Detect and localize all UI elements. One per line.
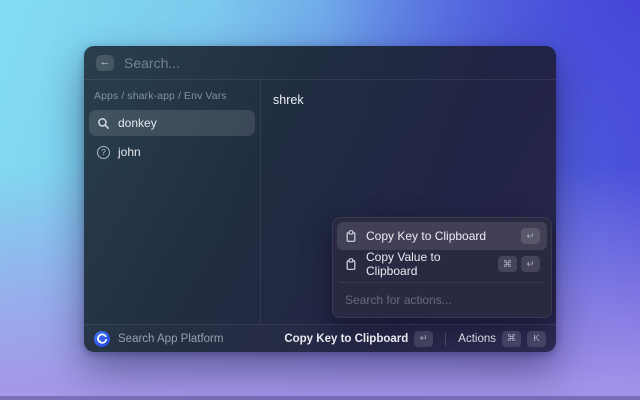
- list-item-donkey[interactable]: donkey: [89, 110, 255, 136]
- actions-popover: Copy Key to Clipboard ↵ Copy Value to Cl…: [332, 217, 552, 318]
- action-label: Copy Key to Clipboard: [366, 229, 487, 243]
- launcher-window: ← Search... Apps / shark-app / Env Vars …: [84, 46, 556, 352]
- action-copy-key[interactable]: Copy Key to Clipboard ↵: [337, 222, 547, 250]
- app-name: Search App Platform: [118, 332, 224, 345]
- return-key-badge: ↵: [521, 256, 540, 272]
- command-key-badge: ⌘: [498, 256, 517, 272]
- command-key-badge: ⌘: [502, 330, 521, 347]
- magnifier-icon: [97, 117, 110, 130]
- k-key-badge: K: [527, 330, 546, 347]
- clipboard-icon: [344, 257, 358, 271]
- search-header: ← Search...: [84, 46, 556, 80]
- swirl-logo-icon: [94, 330, 110, 347]
- status-bar: Search App Platform Copy Key to Clipboar…: [84, 324, 556, 352]
- primary-action-button[interactable]: Copy Key to Clipboard: [284, 333, 408, 345]
- list-item-label: donkey: [118, 116, 157, 130]
- back-button[interactable]: ←: [96, 54, 114, 71]
- arrow-left-icon: ←: [99, 56, 111, 68]
- question-circle-icon: ?: [97, 145, 110, 159]
- list-item-label: john: [118, 145, 141, 159]
- screen-edge-strip: [0, 396, 640, 400]
- action-copy-value[interactable]: Copy Value to Clipboard ⌘ ↵: [337, 250, 547, 278]
- return-key-badge: ↵: [414, 330, 434, 347]
- search-input[interactable]: Search...: [124, 55, 180, 71]
- detail-value: shrek: [273, 93, 304, 107]
- clipboard-icon: [344, 229, 358, 243]
- popover-divider: [339, 282, 545, 283]
- return-key-badge: ↵: [521, 228, 540, 244]
- breadcrumb: Apps / shark-app / Env Vars: [94, 90, 227, 102]
- actions-menu-button[interactable]: Actions: [458, 333, 496, 345]
- list-item-john[interactable]: ? john: [89, 139, 255, 165]
- statusbar-divider: [445, 331, 447, 346]
- results-panel: Apps / shark-app / Env Vars donkey ? joh…: [84, 80, 260, 324]
- action-label: Copy Value to Clipboard: [366, 250, 441, 278]
- actions-search-input[interactable]: Search for actions...: [337, 287, 547, 313]
